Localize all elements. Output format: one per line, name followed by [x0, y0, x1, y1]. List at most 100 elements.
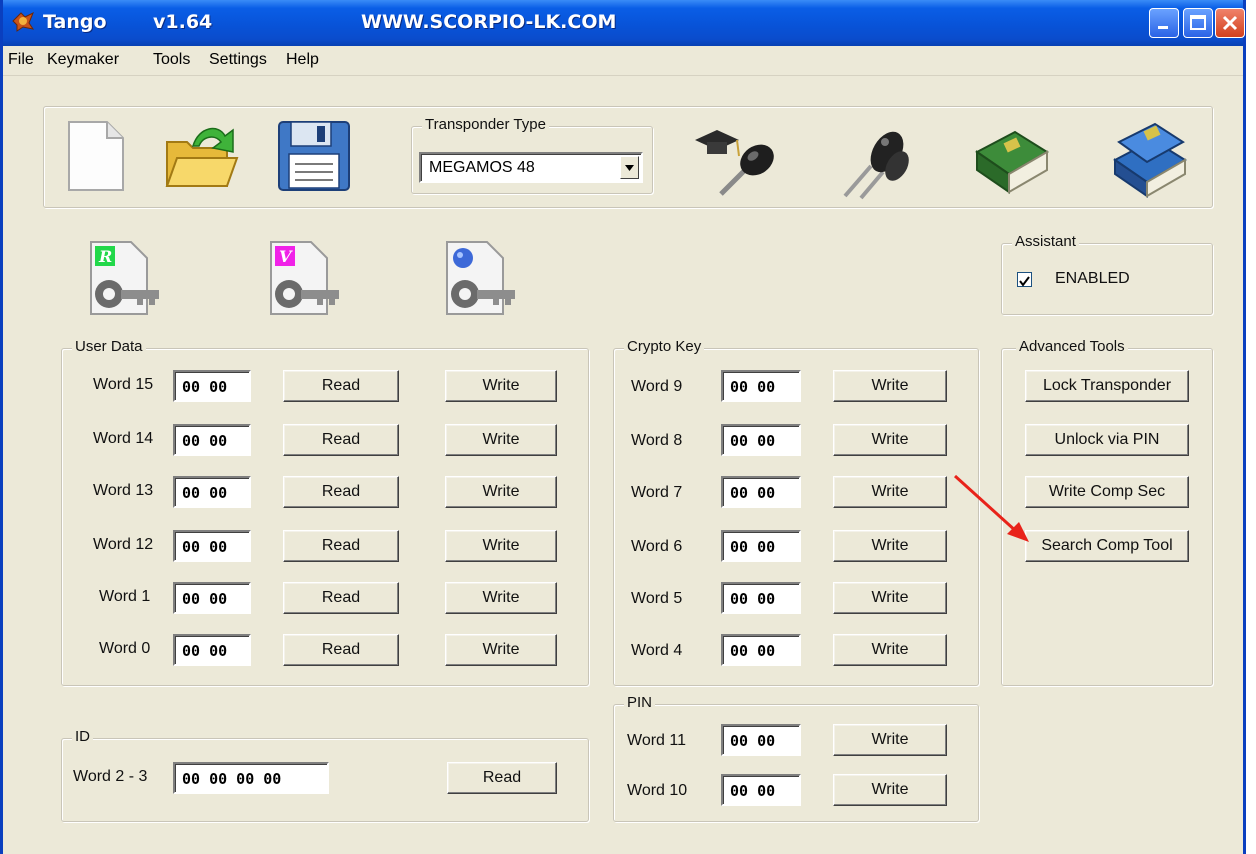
crypto-word-field[interactable]: 00 00: [721, 424, 801, 456]
user-word-field[interactable]: 00 00: [173, 634, 251, 666]
crypto-word-field[interactable]: 00 00: [721, 634, 801, 666]
tango-window: Tango v1.64 WWW.SCORPIO-LK.COM File Keym…: [0, 0, 1246, 854]
crypto-word-field[interactable]: 00 00: [721, 370, 801, 402]
save-disk-icon[interactable]: [275, 118, 353, 194]
v-key-file-icon[interactable]: V: [267, 238, 343, 318]
dropdown-button[interactable]: [620, 156, 639, 179]
crypto-write-button[interactable]: Write: [833, 370, 947, 402]
books-icon[interactable]: [1109, 116, 1191, 198]
crypto-word-label: Word 5: [631, 590, 683, 607]
user-read-button[interactable]: Read: [283, 424, 399, 456]
user-read-button[interactable]: Read: [283, 370, 399, 402]
crypto-write-button[interactable]: Write: [833, 530, 947, 562]
assistant-label: Assistant: [1012, 233, 1079, 250]
assistant-enabled-label: ENABLED: [1055, 270, 1130, 287]
user-read-button[interactable]: Read: [283, 530, 399, 562]
menu-file[interactable]: File: [8, 51, 34, 69]
svg-text:V: V: [279, 247, 293, 266]
menu-keymaker[interactable]: Keymaker: [47, 51, 119, 69]
pin-label: PIN: [624, 694, 656, 711]
svg-text:R: R: [98, 247, 112, 266]
key-graduate-icon[interactable]: [691, 122, 781, 202]
lock-transponder-button[interactable]: Lock Transponder: [1025, 370, 1189, 402]
crypto-word-field[interactable]: 00 00: [721, 476, 801, 508]
user-word-label: Word 14: [93, 430, 154, 447]
unlock-via-pin-button[interactable]: Unlock via PIN: [1025, 424, 1189, 456]
user-write-button[interactable]: Write: [445, 582, 557, 614]
crypto-write-button[interactable]: Write: [833, 582, 947, 614]
user-read-button[interactable]: Read: [283, 634, 399, 666]
user-word-label: Word 0: [99, 640, 151, 657]
crypto-word-field[interactable]: 00 00: [721, 582, 801, 614]
user-word-label: Word 15: [93, 376, 154, 393]
pin-word-field[interactable]: 00 00: [721, 724, 801, 756]
user-word-field[interactable]: 00 00: [173, 424, 251, 456]
user-write-button[interactable]: Write: [445, 424, 557, 456]
website-text: WWW.SCORPIO-LK.COM: [361, 11, 617, 33]
close-icon: [1222, 15, 1238, 31]
user-write-button[interactable]: Write: [445, 370, 557, 402]
crypto-write-button[interactable]: Write: [833, 476, 947, 508]
annotation-arrow-icon: [953, 474, 1029, 542]
id-value-field[interactable]: 00 00 00 00: [173, 762, 329, 794]
user-read-button[interactable]: Read: [283, 582, 399, 614]
menu-help[interactable]: Help: [286, 51, 319, 69]
title-bar[interactable]: Tango v1.64 WWW.SCORPIO-LK.COM: [3, 0, 1245, 46]
maximize-icon: [1190, 15, 1206, 30]
user-read-button[interactable]: Read: [283, 476, 399, 508]
app-version: v1.64: [153, 11, 213, 33]
crypto-write-button[interactable]: Write: [833, 424, 947, 456]
pin-write-button[interactable]: Write: [833, 724, 947, 756]
user-write-button[interactable]: Write: [445, 476, 557, 508]
menu-tools[interactable]: Tools: [153, 51, 190, 69]
search-comp-tool-button[interactable]: Search Comp Tool: [1025, 530, 1189, 562]
globe-key-file-icon[interactable]: [443, 238, 519, 318]
crypto-word-label: Word 9: [631, 378, 683, 395]
user-word-field[interactable]: 00 00: [173, 582, 251, 614]
crypto-word-field[interactable]: 00 00: [721, 530, 801, 562]
open-folder-icon[interactable]: [163, 118, 239, 194]
menu-bar: File Keymaker Tools Settings Help: [3, 46, 1243, 76]
user-data-label: User Data: [72, 338, 146, 355]
user-word-label: Word 13: [93, 482, 154, 499]
crypto-word-label: Word 8: [631, 432, 683, 449]
id-row-label: Word 2 - 3: [73, 768, 148, 785]
crypto-write-button[interactable]: Write: [833, 634, 947, 666]
transponder-type-label: Transponder Type: [422, 116, 549, 133]
user-word-label: Word 12: [93, 536, 154, 553]
crypto-word-label: Word 4: [631, 642, 683, 659]
chevron-down-icon: [625, 165, 634, 171]
book-icon[interactable]: [971, 122, 1051, 198]
app-name: Tango: [43, 11, 107, 33]
transponder-type-select[interactable]: MEGAMOS 48: [419, 152, 643, 183]
keys-icon[interactable]: [831, 116, 917, 202]
user-word-label: Word 1: [99, 588, 151, 605]
id-read-button[interactable]: Read: [447, 762, 557, 794]
crypto-word-label: Word 6: [631, 538, 683, 555]
menu-settings[interactable]: Settings: [209, 51, 267, 69]
new-file-icon[interactable]: [63, 118, 129, 194]
r-key-file-icon[interactable]: R: [87, 238, 163, 318]
minimize-icon: [1158, 26, 1168, 29]
id-label: ID: [72, 728, 93, 745]
pin-word-field[interactable]: 00 00: [721, 774, 801, 806]
user-word-field[interactable]: 00 00: [173, 530, 251, 562]
crypto-key-label: Crypto Key: [624, 338, 705, 355]
write-comp-sec-button[interactable]: Write Comp Sec: [1025, 476, 1189, 508]
pin-word-label: Word 10: [627, 782, 688, 799]
crypto-word-label: Word 7: [631, 484, 683, 501]
advanced-tools-label: Advanced Tools: [1016, 338, 1128, 355]
tango-app-icon: [12, 11, 35, 32]
close-button[interactable]: [1215, 8, 1245, 38]
user-word-field[interactable]: 00 00: [173, 476, 251, 508]
pin-word-label: Word 11: [627, 732, 686, 749]
transponder-type-value: MEGAMOS 48: [429, 159, 535, 176]
pin-write-button[interactable]: Write: [833, 774, 947, 806]
user-word-field[interactable]: 00 00: [173, 370, 251, 402]
user-write-button[interactable]: Write: [445, 530, 557, 562]
checkmark-icon: [1019, 276, 1030, 287]
maximize-button[interactable]: [1183, 8, 1213, 38]
assistant-enabled-checkbox[interactable]: [1017, 272, 1032, 287]
user-write-button[interactable]: Write: [445, 634, 557, 666]
minimize-button[interactable]: [1149, 8, 1179, 38]
